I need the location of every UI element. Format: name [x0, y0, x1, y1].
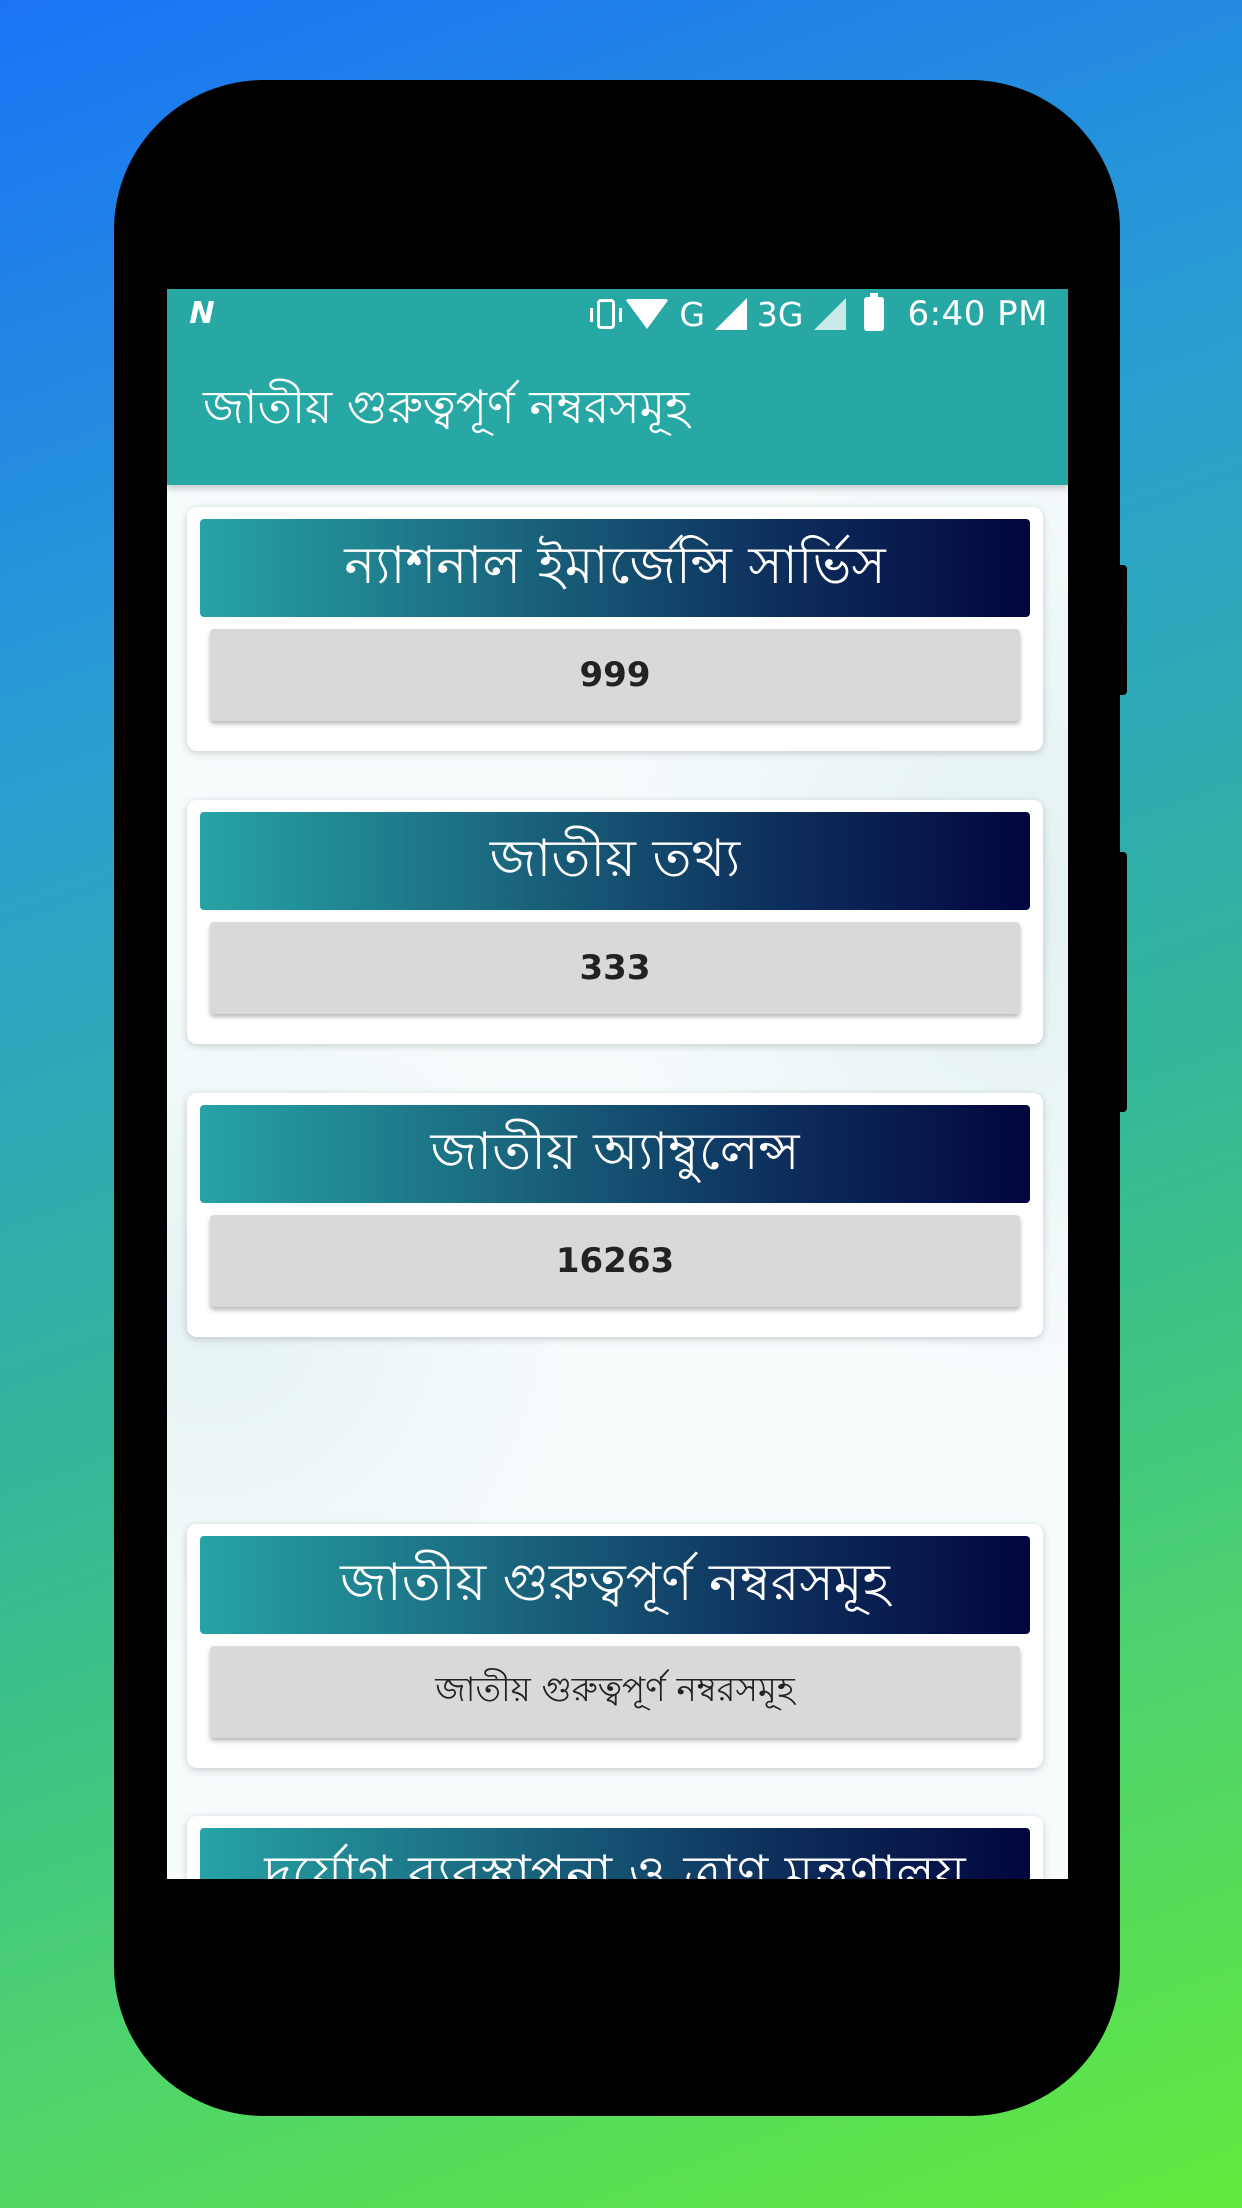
page-title: জাতীয় গুরুত্বপূর্ণ নম্বরসমূহ [203, 380, 690, 434]
status-icons: G 3G 6:40 PM [590, 289, 1048, 339]
card-title: জাতীয় গুরুত্বপূর্ণ নম্বরসমূহ [200, 1536, 1030, 1634]
card-title: ন্যাশনাল ইমার্জেন্সি সার্ভিস [200, 519, 1030, 617]
call-number-button[interactable]: 999 [210, 629, 1020, 721]
card-title: দুর্যোগ ব্যবস্থাপনা ও ত্রাণ মন্ত্রণালয় [200, 1828, 1030, 1879]
vibrate-icon [590, 299, 623, 329]
card-title: জাতীয় অ্যাম্বুলেন্স [200, 1105, 1030, 1203]
battery-charging-icon [863, 293, 884, 331]
list-item: জাতীয় গুরুত্বপূর্ণ নম্বরসমূহ জাতীয় গুর… [187, 1524, 1043, 1768]
signal-icon [714, 298, 747, 330]
phone-screen: N G 3G 6:40 PM জাতীয় গুরুত্বপূর্ণ নম্বর… [167, 289, 1068, 1879]
wifi-icon [625, 299, 670, 329]
number-list[interactable]: ন্যাশনাল ইমার্জেন্সি সার্ভিস 999 জাতীয় … [167, 485, 1068, 1879]
network-3g-label: 3G [756, 294, 804, 334]
status-bar: N G 3G 6:40 PM [167, 289, 1068, 339]
volume-button [1118, 565, 1127, 695]
call-number-button[interactable]: 16263 [210, 1215, 1020, 1307]
network-g-label: G [679, 294, 705, 334]
call-number-button[interactable]: 333 [210, 922, 1020, 1014]
signal-icon [813, 298, 846, 330]
list-item: জাতীয় অ্যাম্বুলেন্স 16263 [187, 1093, 1043, 1337]
list-item: দুর্যোগ ব্যবস্থাপনা ও ত্রাণ মন্ত্রণালয় [187, 1816, 1043, 1879]
list-item: জাতীয় তথ্য 333 [187, 800, 1043, 1044]
app-bar: জাতীয় গুরুত্বপূর্ণ নম্বরসমূহ [167, 339, 1068, 485]
call-number-button[interactable]: জাতীয় গুরুত্বপূর্ণ নম্বরসমূহ [210, 1646, 1020, 1738]
power-button [1118, 852, 1127, 1112]
n-notification-icon: N [185, 296, 218, 331]
list-item: ন্যাশনাল ইমার্জেন্সি সার্ভিস 999 [187, 507, 1043, 751]
status-time: 6:40 PM [907, 294, 1048, 334]
card-title: জাতীয় তথ্য [200, 812, 1030, 910]
